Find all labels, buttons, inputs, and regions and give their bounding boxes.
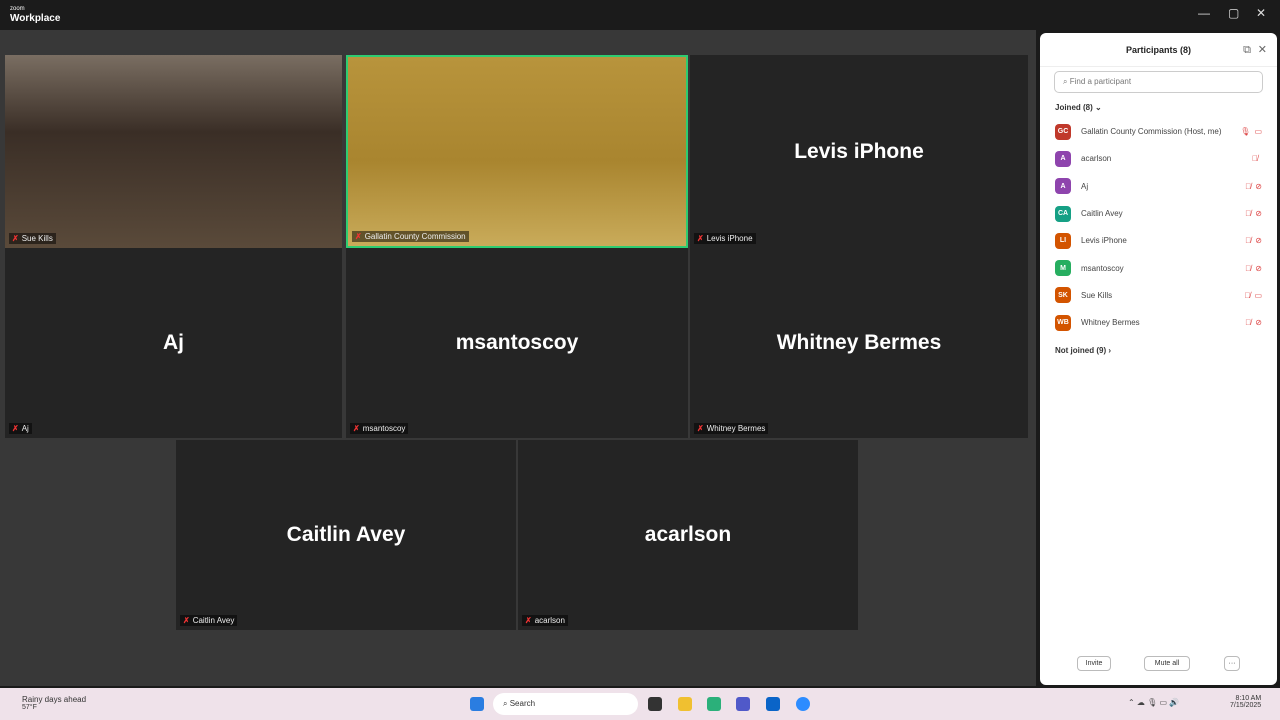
avatar: M (1055, 260, 1071, 277)
avatar: GC (1055, 123, 1071, 140)
tile-label: ✗ Caitlin Avey (180, 615, 238, 626)
tile-label: ✗ acarlson (522, 615, 568, 626)
camera-icon[interactable]: ▭ (1254, 291, 1262, 300)
mic-icon[interactable]: 🎙̸ (1252, 154, 1258, 163)
muted-mic-icon: ✗ (353, 424, 360, 433)
participant-row[interactable]: Mmsantoscoy 🎙̸ ⊘ (1040, 254, 1277, 281)
tile-label: ✗ Sue Kills (9, 233, 56, 244)
mic-icon[interactable]: 🎙 (1240, 127, 1250, 136)
participant-name: Gallatin County Commission (Host, me) (1081, 127, 1222, 137)
muted-mic-icon: ✗ (12, 234, 19, 243)
panel-title: Participants (8) (1125, 45, 1192, 55)
taskbar-search[interactable]: ⌕ Search (493, 693, 638, 715)
tile-label: ✗ Aj (9, 423, 32, 434)
participants-panel: Participants (8) ⧉ ✕ ⌕ Find a participan… (1040, 33, 1277, 685)
minimize-button[interactable]: — (1198, 6, 1210, 20)
mic-icon[interactable]: 🎙̸ (1244, 291, 1250, 300)
video-tile[interactable]: Whitney Bermes ✗ Whitney Bermes (690, 248, 1028, 438)
participant-name: acarlson (1081, 154, 1112, 164)
camera-icon[interactable]: ⊘ (1255, 318, 1262, 327)
participant-name: Caitlin Avey (286, 523, 406, 546)
video-tile[interactable]: Caitlin Avey ✗ Caitlin Avey (176, 440, 516, 630)
camera-icon[interactable]: ⊘ (1255, 264, 1262, 273)
tile-label: ✗ Levis iPhone (694, 233, 756, 244)
participant-name: Caitlin Avey (1081, 209, 1123, 219)
muted-mic-icon: ✗ (12, 424, 19, 433)
camera-icon[interactable]: ⊘ (1255, 209, 1262, 218)
participant-name: Levis iPhone (794, 139, 924, 163)
video-tile[interactable]: Aj ✗ Aj (5, 248, 342, 438)
zoom-icon[interactable] (796, 697, 810, 711)
taskbar: Rainy days ahead 57°F ⌕ Search ⌃ ☁ 🎙 ▭ 🔊 … (0, 688, 1280, 720)
more-button[interactable]: ··· (1224, 656, 1240, 671)
avatar: A (1055, 150, 1071, 167)
participant-row[interactable]: A Aj 🎙̸ ⊘ (1040, 173, 1277, 200)
video-tile[interactable]: Levis iPhone ✗ Levis iPhone (690, 55, 1028, 248)
video-tile[interactable]: acarlson ✗ acarlson (518, 440, 858, 630)
participant-name: Whitney Bermes (1081, 318, 1140, 328)
video-tile[interactable]: ✗ Sue Kills (5, 55, 342, 248)
video-tile[interactable]: ✗ Gallatin County Commission (346, 55, 688, 248)
weather-widget[interactable]: Rainy days ahead 57°F (22, 695, 86, 711)
start-icon[interactable] (470, 697, 484, 711)
participant-name: Levis iPhone (1081, 236, 1127, 246)
popout-icon[interactable]: ⧉ (1243, 33, 1251, 67)
muted-mic-icon: ✗ (355, 232, 362, 241)
muted-mic-icon: ✗ (697, 424, 704, 433)
avatar: CA (1055, 205, 1071, 222)
muted-mic-icon: ✗ (525, 616, 532, 625)
muted-mic-icon: ✗ (697, 234, 704, 243)
camera-icon[interactable]: ⊘ (1255, 182, 1262, 191)
clock[interactable]: 8:10 AM 7/15/2025 (1230, 695, 1261, 709)
avatar: A (1055, 178, 1071, 195)
close-button[interactable]: ✕ (1256, 6, 1266, 20)
camera-icon[interactable]: ▭ (1254, 127, 1262, 136)
file-explorer-icon[interactable] (678, 697, 692, 711)
mute-all-button[interactable]: Mute all (1144, 656, 1190, 671)
task-view-icon[interactable] (648, 697, 662, 711)
tray-icons[interactable]: ⌃ ☁ 🎙 ▭ 🔊 (1128, 698, 1179, 707)
participant-row[interactable]: CA Caitlin Avey 🎙̸ ⊘ (1040, 200, 1277, 227)
participant-name: Whitney Bermes (776, 331, 942, 354)
participant-name: msantoscoy (455, 331, 579, 354)
avatar: WB (1055, 314, 1071, 331)
participant-name: Aj (1081, 181, 1089, 191)
camera-icon[interactable]: ⊘ (1255, 236, 1262, 245)
title-bar: zoom Workplace — ▢ ✕ (0, 0, 1280, 30)
restore-button[interactable]: ▢ (1228, 6, 1239, 20)
participant-name: Aj (163, 331, 184, 354)
video-gallery: ✗ Sue Kills ✗ Gallatin County Commission Lev… (0, 30, 1036, 686)
teams-icon[interactable] (736, 697, 750, 711)
mic-icon[interactable]: 🎙̸ (1245, 236, 1251, 245)
outlook-icon[interactable] (766, 697, 780, 711)
mic-icon[interactable]: 🎙̸ (1245, 264, 1251, 273)
joined-section-toggle[interactable]: Joined (8) ⌄ (1055, 103, 1262, 112)
participant-row[interactable]: WB Whitney Bermes 🎙̸ ⊘ (1040, 309, 1277, 336)
mic-icon[interactable]: 🎙̸ (1245, 182, 1251, 191)
muted-mic-icon: ✗ (183, 616, 190, 625)
participant-row[interactable]: LI Levis iPhone 🎙̸ ⊘ (1040, 227, 1277, 254)
close-panel-icon[interactable]: ✕ (1258, 33, 1267, 67)
not-joined-section-toggle[interactable]: Not joined (9) › (1055, 346, 1262, 355)
avatar: SK (1055, 287, 1071, 304)
participant-row[interactable]: GC Gallatin County Commission (Host, me) 🎙… (1040, 118, 1277, 145)
participant-name: msantoscoy (1081, 263, 1124, 273)
participant-row[interactable]: Aacarlson 🎙̸ (1040, 145, 1277, 172)
edge-icon[interactable] (707, 697, 721, 711)
mic-icon[interactable]: 🎙̸ (1245, 209, 1251, 218)
tile-label: ✗ Gallatin County Commission (352, 231, 469, 242)
tile-label: ✗ Whitney Bermes (694, 423, 769, 434)
invite-button[interactable]: Invite (1077, 656, 1111, 671)
participant-name: acarlson (644, 523, 732, 546)
participant-row[interactable]: SK Sue Kills 🎙̸ ▭ (1040, 282, 1277, 309)
participant-search-input[interactable]: ⌕ Find a participant (1054, 71, 1263, 93)
app-logo: zoom Workplace (10, 6, 61, 24)
avatar: LI (1055, 232, 1071, 249)
participant-name: Sue Kills (1081, 290, 1113, 300)
mic-icon[interactable]: 🎙̸ (1245, 318, 1251, 327)
tile-label: ✗ msantoscoy (350, 423, 409, 434)
video-tile[interactable]: msantoscoy ✗ msantoscoy (346, 248, 688, 438)
